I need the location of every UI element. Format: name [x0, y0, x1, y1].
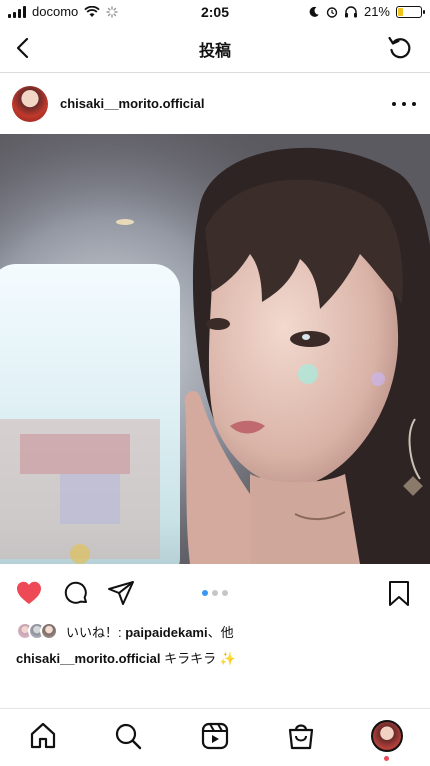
refresh-button[interactable] [386, 34, 414, 62]
tab-search[interactable] [112, 720, 144, 752]
likes-row[interactable]: いいね！: paipaidekami、他 [16, 620, 234, 642]
header-divider [0, 72, 430, 73]
search-icon [115, 723, 142, 750]
carousel-dot [202, 590, 208, 596]
home-icon [30, 722, 56, 749]
battery-level [398, 7, 403, 16]
battery-percent: 21% [363, 4, 390, 19]
caption-text: キラキラ [164, 651, 217, 666]
post-header: chisaki__morito.official [0, 82, 430, 128]
liker-username[interactable]: paipaidekami [125, 625, 207, 640]
tab-reels[interactable] [199, 720, 231, 752]
carousel-dot [212, 590, 218, 596]
tab-shop[interactable] [285, 720, 317, 752]
carousel-indicator [0, 590, 430, 596]
author-avatar[interactable] [12, 86, 48, 122]
post-photo [0, 134, 430, 564]
page-title: 投稿 [198, 43, 231, 60]
notification-dot [384, 756, 389, 761]
likes-text: いいね！: paipaidekami、他 [66, 622, 234, 641]
post-caption: chisaki__morito.official キラキラ ✨ [16, 648, 236, 667]
tab-profile[interactable] [371, 720, 403, 752]
post-image[interactable] [0, 134, 430, 564]
alarm-icon [326, 6, 338, 18]
bookmark-icon [389, 581, 409, 606]
author-username[interactable]: chisaki__morito.official [60, 96, 205, 111]
top-navigation: 投稿 [0, 26, 430, 70]
more-options-button[interactable] [392, 94, 416, 114]
likes-suffix: 、他 [207, 624, 234, 640]
status-right: 21% [308, 4, 425, 19]
likes-prefix: いいね！: [66, 624, 126, 640]
reels-icon [201, 722, 229, 750]
battery-icon [396, 5, 425, 18]
carousel-dot [222, 590, 228, 596]
tab-home[interactable] [27, 720, 59, 752]
caption-username[interactable]: chisaki__morito.official [16, 651, 161, 666]
save-button[interactable] [384, 578, 414, 608]
status-bar: docomo 2:05 21% [0, 0, 430, 24]
headphones-icon [344, 5, 357, 17]
moon-icon [309, 6, 319, 17]
shop-icon [288, 724, 314, 750]
sparkles-emoji: ✨ [219, 651, 236, 666]
post-actions [0, 574, 430, 614]
liker-avatars [16, 622, 58, 640]
more-horizontal-icon [392, 102, 396, 106]
refresh-icon [388, 36, 411, 59]
